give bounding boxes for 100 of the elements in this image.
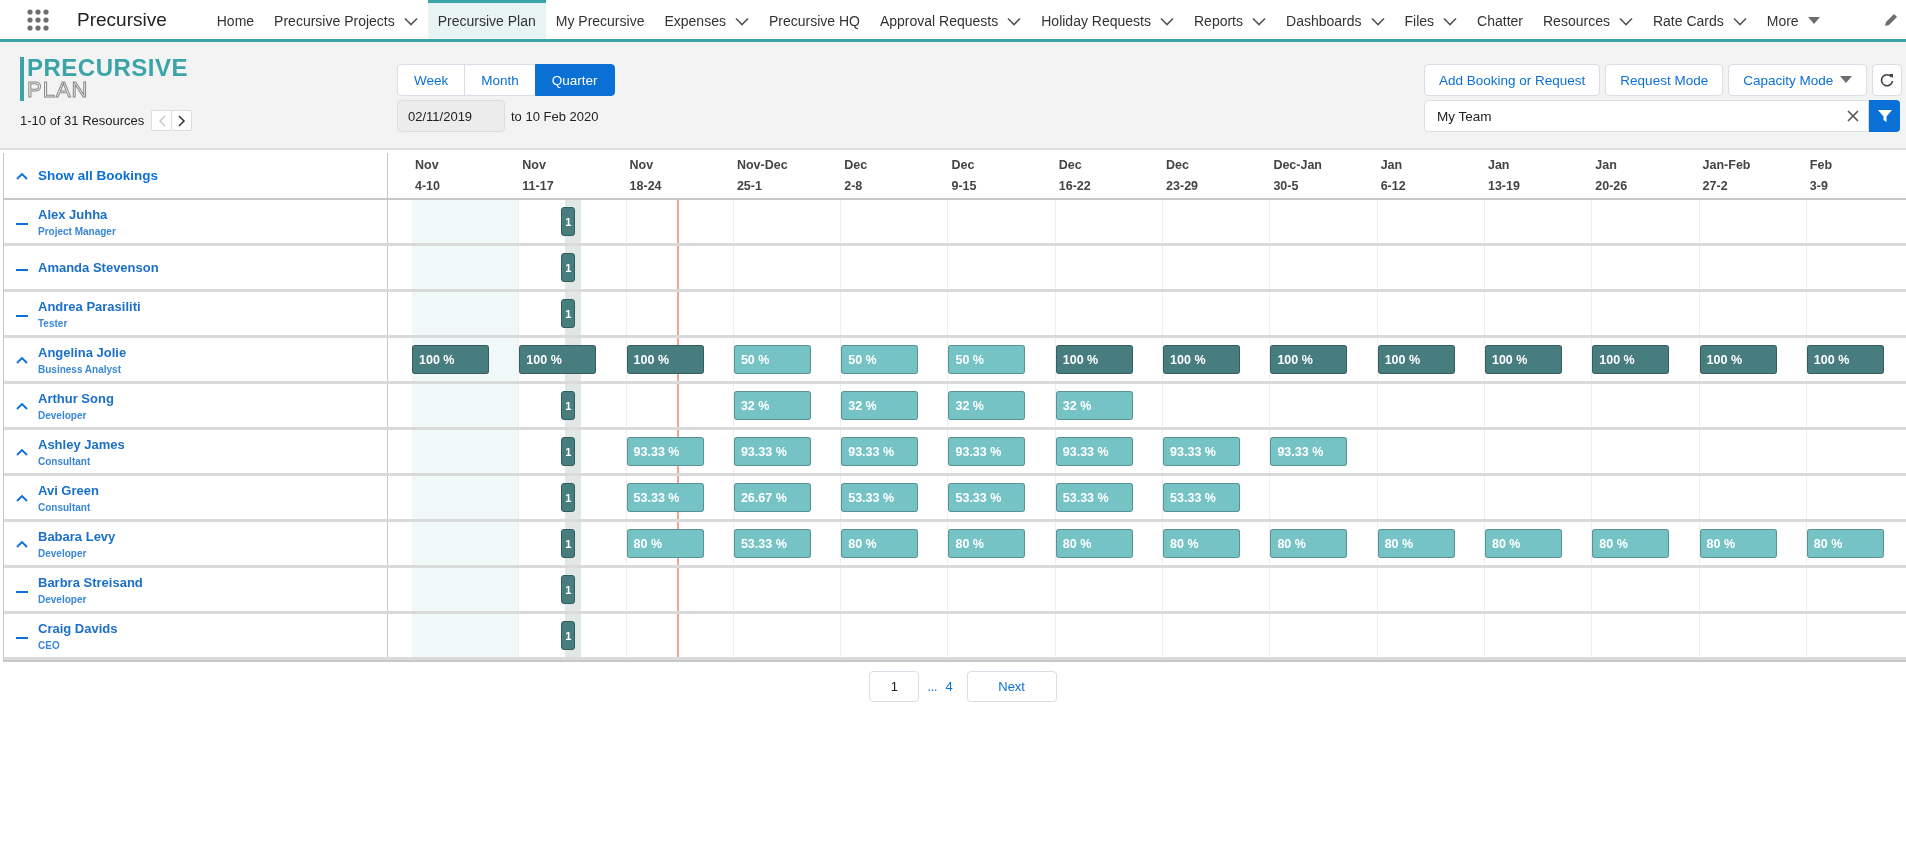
last-page-link[interactable]: 4 <box>945 679 953 694</box>
app-launcher-icon <box>27 8 49 31</box>
next-page-button[interactable] <box>171 110 193 131</box>
booking-bar[interactable]: 100 % <box>1055 345 1133 374</box>
booking-marker[interactable]: 1 <box>561 253 576 282</box>
nav-tab[interactable]: Precursive Projects <box>264 0 428 39</box>
booking-marker[interactable]: 1 <box>561 621 576 650</box>
week-month-label: Jan <box>1595 158 1617 172</box>
week-month-label: Jan <box>1380 158 1403 172</box>
resource-name[interactable]: Arthur Song <box>38 390 114 406</box>
expand-toggle[interactable] <box>16 401 28 410</box>
end-date-text: to 10 Feb 2020 <box>511 108 599 124</box>
resource-role: Developer <box>38 547 88 559</box>
resource-name[interactable]: Avi Green <box>38 482 99 498</box>
resource-name[interactable]: Alex Juhha <box>38 206 116 222</box>
nav-tab[interactable]: Holiday Requests <box>1031 0 1184 39</box>
clear-icon <box>1847 110 1859 122</box>
nav-tab[interactable]: Chatter <box>1467 0 1533 39</box>
week-days-label: 18-24 <box>629 179 662 193</box>
booking-bar[interactable]: 100 % <box>519 345 597 374</box>
week-month-label: Dec <box>844 158 868 172</box>
view-tab[interactable]: Quarter <box>534 64 615 96</box>
nav-tab[interactable]: Reports <box>1184 0 1276 39</box>
nav-tab[interactable]: Precursive Plan <box>427 0 546 39</box>
booking-marker[interactable]: 1 <box>561 299 576 328</box>
booking-marker[interactable]: 1 <box>561 207 576 236</box>
week-days-label: 4-10 <box>415 179 441 193</box>
resource-count: 1-10 of 31 Resources <box>20 113 145 128</box>
chevron-left-icon <box>157 114 166 127</box>
resource-role: Developer <box>38 409 88 421</box>
resource-name[interactable]: Barbra Streisand <box>38 574 143 590</box>
nav-tab[interactable]: Expenses <box>654 0 759 39</box>
resource-name[interactable]: Craig Davids <box>38 620 118 636</box>
booking-bar[interactable]: 100 % <box>1163 345 1241 374</box>
nav-tab[interactable]: Files <box>1394 0 1468 39</box>
resource-name[interactable]: Amanda Stevenson <box>38 260 159 275</box>
chevron-up-icon <box>16 447 28 456</box>
show-all-bookings-toggle[interactable]: Show all Bookings <box>12 168 158 183</box>
nav-tab[interactable]: Precursive HQ <box>758 0 870 39</box>
resource-role: Consultant <box>38 455 92 467</box>
week-days-label: 23-29 <box>1166 179 1199 193</box>
week-month-label: Nov-Dec <box>736 158 788 172</box>
chevron-up-icon <box>16 539 28 548</box>
nav-tab[interactable]: Home <box>206 0 265 39</box>
nav-tab[interactable]: Approval Requests <box>869 0 1032 39</box>
view-tab[interactable]: Week <box>397 64 466 96</box>
week-days-label: 6-12 <box>1380 179 1406 193</box>
booking-marker[interactable]: 1 <box>561 575 576 604</box>
expand-toggle[interactable] <box>16 493 28 502</box>
chevron-up-icon <box>16 355 28 364</box>
team-filter-field[interactable]: My Team <box>1424 100 1869 132</box>
booking-bar[interactable]: 100 % <box>1806 345 1884 374</box>
resource-name[interactable]: Babara Levy <box>38 528 116 544</box>
week-days-label: 20-26 <box>1595 179 1628 193</box>
booking-marker[interactable]: 1 <box>561 529 576 558</box>
filter-button[interactable] <box>1869 100 1900 132</box>
chevron-up-icon <box>16 401 28 410</box>
refresh-icon <box>1880 73 1895 87</box>
resource-name[interactable]: Andrea Parasiliti <box>38 298 141 314</box>
booking-bar[interactable]: 100 % <box>1377 345 1455 374</box>
chevron-up-icon <box>16 171 28 180</box>
ellipsis-text: ... <box>927 679 938 694</box>
resource-name[interactable]: Ashley James <box>38 436 125 452</box>
booking-marker[interactable]: 1 <box>561 483 576 512</box>
more-tab[interactable]: More <box>1756 0 1830 39</box>
expand-toggle[interactable] <box>16 447 28 456</box>
refresh-button[interactable] <box>1872 64 1903 96</box>
next-button[interactable]: Next <box>966 671 1057 702</box>
view-tab[interactable]: Month <box>464 64 536 96</box>
week-month-label: Feb <box>1809 158 1833 172</box>
booking-bar[interactable]: 100 % <box>1699 345 1777 374</box>
week-days-label: 3-9 <box>1809 179 1828 193</box>
week-days-label: 16-22 <box>1058 179 1091 193</box>
booking-bar[interactable]: 100 % <box>1270 345 1348 374</box>
action-button[interactable]: Capacity Mode <box>1728 64 1868 96</box>
week-days-label: 2-8 <box>844 179 863 193</box>
resource-name[interactable]: Angelina Jolie <box>38 344 127 360</box>
filter-icon <box>1877 109 1892 123</box>
resource-role: Business Analyst <box>38 363 122 375</box>
expand-toggle[interactable] <box>16 539 28 548</box>
week-month-label: Nov <box>415 158 439 172</box>
nav-tab[interactable]: Rate Cards <box>1642 0 1757 39</box>
booking-bar[interactable]: 100 % <box>1484 345 1562 374</box>
action-button[interactable]: Request Mode <box>1605 64 1724 96</box>
nav-tab[interactable]: My Precursive <box>545 0 655 39</box>
week-month-label: Dec <box>1058 158 1082 172</box>
booking-bar[interactable]: 100 % <box>1592 345 1670 374</box>
booking-marker[interactable]: 1 <box>561 391 576 420</box>
nav-tab[interactable]: Resources <box>1533 0 1643 39</box>
action-button[interactable]: Add Booking or Request <box>1424 64 1601 96</box>
week-month-label: Nov <box>522 158 546 172</box>
booking-bar[interactable]: 100 % <box>626 345 704 374</box>
expand-toggle[interactable] <box>16 355 28 364</box>
week-days-label: 11-17 <box>522 179 554 193</box>
nav-tab[interactable]: Dashboards <box>1276 0 1395 39</box>
caret-down-icon <box>1807 17 1820 25</box>
booking-marker[interactable]: 1 <box>561 437 576 466</box>
booking-bar[interactable]: 100 % <box>412 345 489 374</box>
current-page-button[interactable]: 1 <box>869 671 920 702</box>
chevron-right-icon <box>177 114 186 127</box>
